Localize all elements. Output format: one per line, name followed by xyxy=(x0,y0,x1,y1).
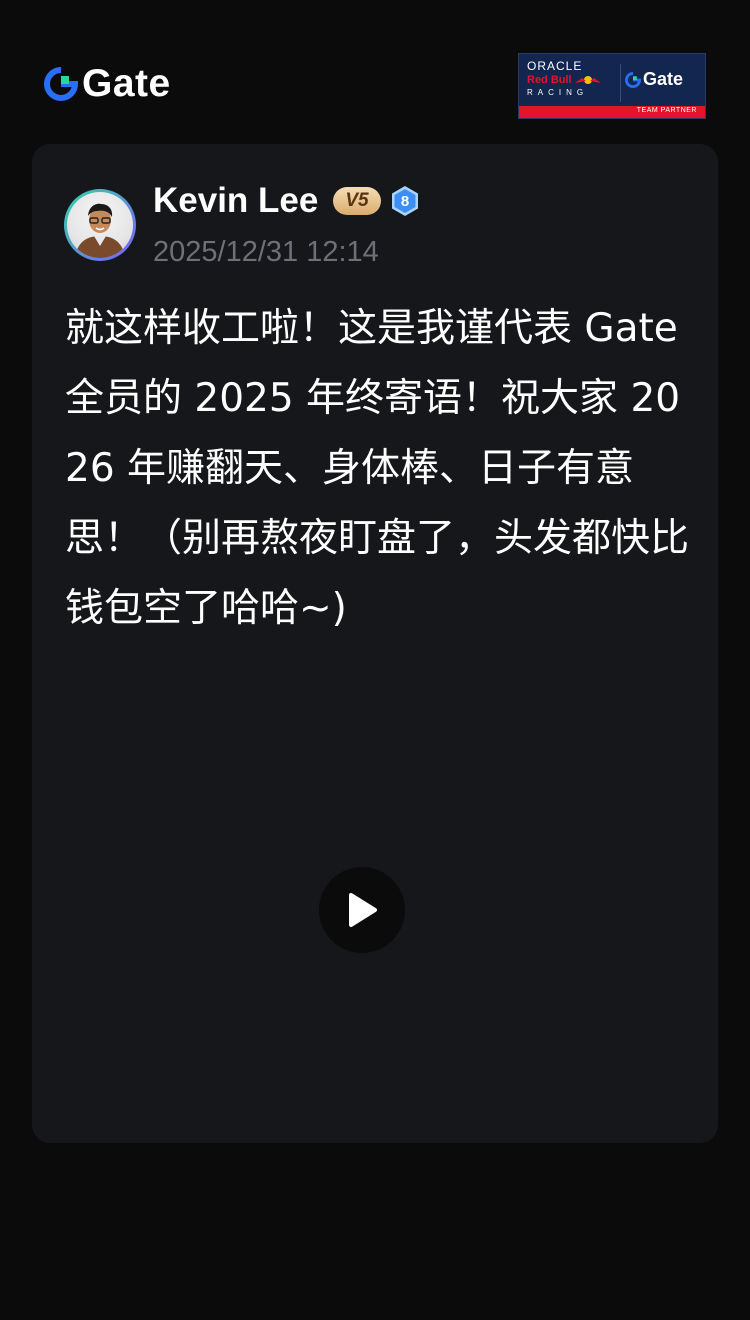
play-icon xyxy=(349,893,377,927)
oracle-text: ORACLE xyxy=(527,59,583,73)
user-level-number: 8 xyxy=(400,192,410,210)
video-play-button[interactable] xyxy=(319,867,405,953)
redbull-racing-logo: ORACLE Red Bull RACING xyxy=(527,60,615,98)
partner-strip: TEAM PARTNER xyxy=(519,106,705,118)
bull-icon xyxy=(574,76,601,84)
partner-gate-logo: Gate xyxy=(625,69,683,90)
author-name[interactable]: Kevin Lee xyxy=(153,180,318,222)
gate-logo-icon xyxy=(625,71,641,88)
partner-gate-text: Gate xyxy=(643,69,684,89)
gate-brand: Gate xyxy=(44,64,171,104)
post-timestamp: 2025/12/31 12:14 xyxy=(153,236,379,268)
team-partner-label: TEAM PARTNER xyxy=(636,107,697,114)
post-card[interactable]: Kevin Lee V5 8 2025/12/31 12:14 就这样收工啦！这… xyxy=(32,144,718,1143)
racing-text: RACING xyxy=(527,88,589,97)
person-icon xyxy=(75,203,125,258)
vip-level-badge: V5 xyxy=(333,187,381,215)
post-share-page: Gate ORACLE Red Bull RACING Gate TEAM PA… xyxy=(0,0,750,1320)
gate-logo-icon xyxy=(44,67,78,101)
partner-banner: ORACLE Red Bull RACING Gate TEAM PARTNER xyxy=(518,53,706,119)
avatar-image xyxy=(67,192,133,258)
redbull-text: Red Bull xyxy=(527,74,572,86)
avatar[interactable] xyxy=(64,189,136,261)
partner-divider xyxy=(620,64,621,102)
brand-name: Gate xyxy=(82,62,171,105)
post-content: 就这样收工啦！这是我谨代表 Gate 全员的 2025 年终寄语！祝大家 202… xyxy=(65,306,691,631)
